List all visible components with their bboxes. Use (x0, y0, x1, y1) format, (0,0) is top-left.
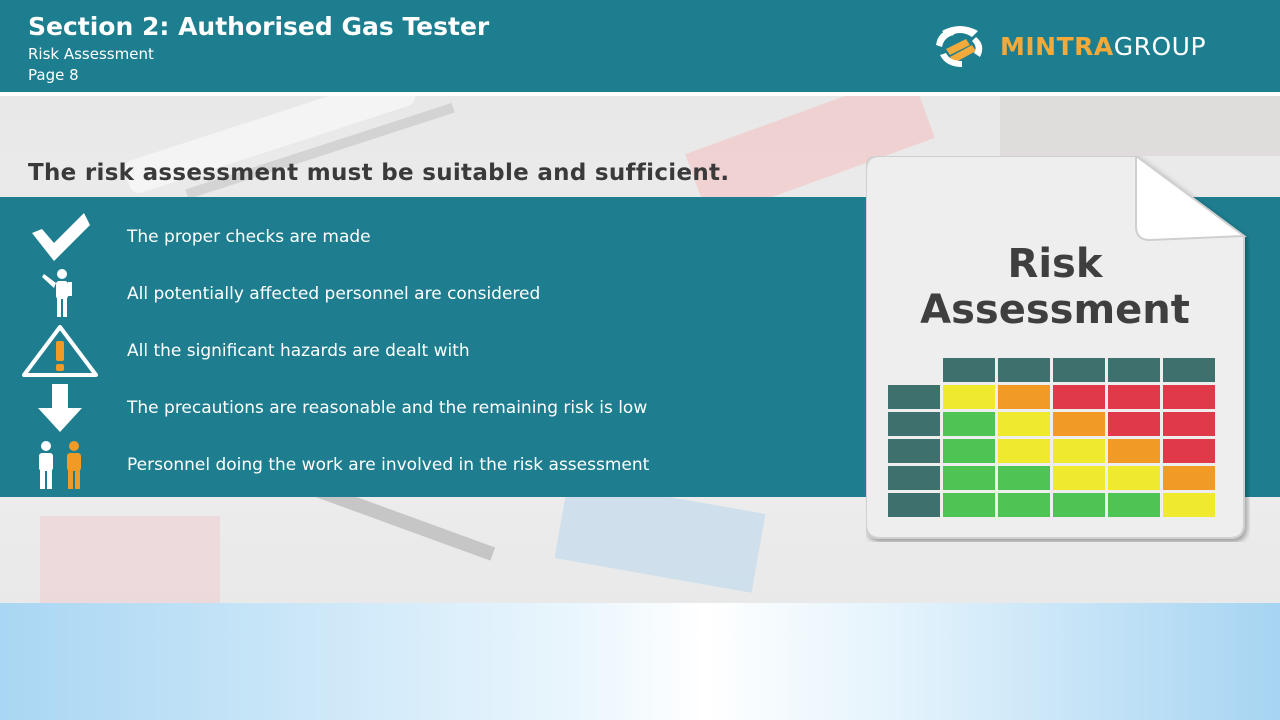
list-item: The proper checks are made (0, 209, 860, 265)
matrix-side-cell (888, 385, 940, 409)
matrix-cell (1108, 412, 1160, 436)
matrix-header-cell (1108, 358, 1160, 382)
matrix-header-cell (1163, 358, 1215, 382)
list-item: All potentially affected personnel are c… (0, 266, 860, 322)
matrix-header-cell (998, 358, 1050, 382)
matrix-cell (1053, 493, 1105, 517)
slide-content: The risk assessment must be suitable and… (0, 96, 1280, 603)
matrix-header-cell (1053, 358, 1105, 382)
matrix-cell (943, 412, 995, 436)
list-item: All the significant hazards are dealt wi… (0, 323, 860, 379)
matrix-header-cell (943, 358, 995, 382)
logo-text-mintra: MINTRA (1000, 31, 1114, 61)
person-pointing-icon (20, 266, 100, 322)
matrix-cell (943, 385, 995, 409)
matrix-cell (998, 466, 1050, 490)
logo-text-group: GROUP (1113, 31, 1207, 61)
matrix-cell (998, 412, 1050, 436)
matrix-cell (1053, 412, 1105, 436)
matrix-cell (998, 439, 1050, 463)
topic-subtitle: Risk Assessment (28, 45, 154, 63)
document-title-line2: Assessment (920, 287, 1190, 333)
list-item: The precautions are reasonable and the r… (0, 380, 860, 436)
item-text: Personnel doing the work are involved in… (127, 455, 650, 475)
matrix-cell (998, 385, 1050, 409)
item-text: All the significant hazards are dealt wi… (127, 341, 470, 361)
matrix-cell (998, 493, 1050, 517)
matrix-cell (1053, 439, 1105, 463)
matrix-cell (1163, 385, 1215, 409)
matrix-cell (1163, 412, 1215, 436)
matrix-cell (1108, 466, 1160, 490)
matrix-cell (1108, 439, 1160, 463)
matrix-cell (943, 466, 995, 490)
warning-icon (20, 323, 100, 379)
item-text: The precautions are reasonable and the r… (127, 398, 648, 418)
matrix-side-cell (888, 466, 940, 490)
matrix-cell (1053, 466, 1105, 490)
slide-header: Section 2: Authorised Gas Tester Risk As… (0, 0, 1280, 92)
matrix-side-cell (888, 412, 940, 436)
section-title: Section 2: Authorised Gas Tester (28, 12, 490, 41)
mintra-logo: MINTRAGROUP (932, 22, 1206, 70)
matrix-side-cell (888, 439, 940, 463)
checkmark-icon (20, 209, 100, 265)
matrix-side-cell (888, 493, 940, 517)
matrix-cell (943, 493, 995, 517)
item-text: The proper checks are made (127, 227, 371, 247)
matrix-cell (1163, 466, 1215, 490)
matrix-cell (1108, 385, 1160, 409)
matrix-cell (1108, 493, 1160, 517)
bottom-background (0, 603, 1280, 720)
document-title-line1: Risk (1007, 241, 1103, 287)
matrix-cell (943, 439, 995, 463)
slide-headline: The risk assessment must be suitable and… (28, 160, 730, 186)
matrix-cell (1163, 439, 1215, 463)
two-people-icon (20, 437, 100, 493)
matrix-cell (1053, 385, 1105, 409)
list-item: Personnel doing the work are involved in… (0, 437, 860, 493)
logo-wordmark: MINTRAGROUP (1000, 32, 1206, 61)
page-indicator: Page 8 (28, 66, 79, 84)
item-text: All potentially affected personnel are c… (127, 284, 541, 304)
down-arrow-icon (20, 380, 100, 436)
logo-mark-icon (936, 26, 983, 67)
matrix-cell (1163, 493, 1215, 517)
